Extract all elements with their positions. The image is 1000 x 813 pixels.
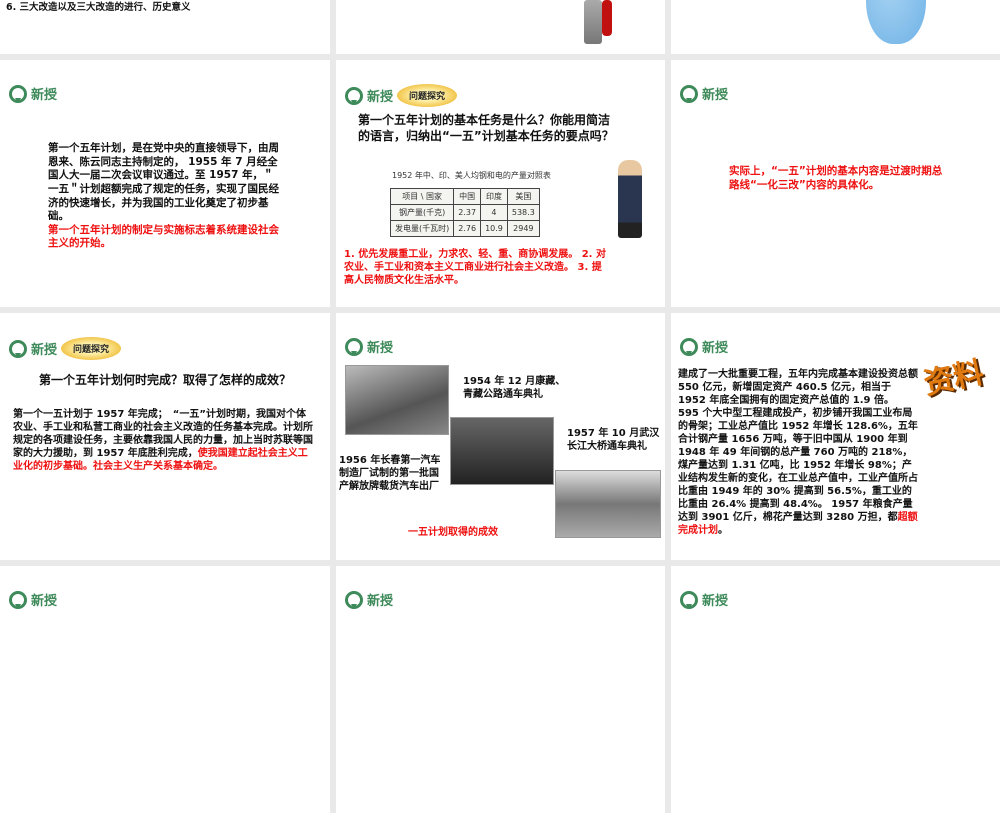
table-cell: 10.9 xyxy=(480,220,508,237)
slide-body: 第一个一五计划于 1957 年完成； “一五”计划时期，我国对个体农业、手工业和… xyxy=(13,408,313,473)
table-cell: 4 xyxy=(480,204,508,221)
table-header: 项目 \ 国家 xyxy=(389,188,455,205)
table-cell: 2.76 xyxy=(453,220,482,237)
slide-text: 6. 三大改造以及三大改造的进行、历史意义 xyxy=(6,2,191,13)
blue-shape-illustration xyxy=(866,0,926,44)
table-header: 美国 xyxy=(506,188,540,205)
table-cell: 2.37 xyxy=(453,204,482,221)
teacher-figure-illustration xyxy=(618,160,642,238)
question-text: 第一个五年计划何时完成？取得了怎样的成效？ xyxy=(38,373,291,387)
material-stamp-logo: 资料 xyxy=(920,355,987,402)
table-title: 1952 年中、印、美人均钢和电的产量对照表 xyxy=(392,171,551,180)
location-pin-icon xyxy=(680,84,698,103)
figure-illustration xyxy=(584,0,602,44)
body-text: 建成了一大批重要工程，五年内完成基本建设投资总额 550 亿元，新增固定资产 4… xyxy=(678,369,918,523)
slide-body: 建成了一大批重要工程，五年内完成基本建设投资总额 550 亿元，新增固定资产 4… xyxy=(678,368,918,537)
bridge-photo xyxy=(555,470,661,538)
location-pin-icon xyxy=(9,339,27,358)
answer-text: 1. 优先发展重工业，力求农、轻、重、商协调发展。 2. 对农业、手工业和资本主… xyxy=(344,249,606,286)
inquiry-badge: 问题探究 xyxy=(397,84,458,107)
slide-thumbnail[interactable]: 新授 xyxy=(671,566,1000,813)
body-text: 第一个五年计划，是在党中央的直接领导下，由周恩来、陈云同志主持制定的， 1955… xyxy=(48,142,279,223)
highway-ceremony-photo xyxy=(345,365,449,435)
slide-thumbnail[interactable]: 新授 xyxy=(336,566,665,813)
photo-caption: 1954 年 12 月康藏、青藏公路通车典礼 xyxy=(463,376,566,400)
slide-thumbnail[interactable]: 新授 实际上，“一五”计划的基本内容是过渡时期总路线“一化三改”内容的具体化。 xyxy=(671,60,1000,307)
inquiry-badge: 问题探究 xyxy=(61,337,122,360)
figure-illustration xyxy=(602,0,612,36)
section-label: 新授 xyxy=(702,88,729,103)
highlight-text: 实际上，“一五”计划的基本内容是过渡时期总路线“一化三改”内容的具体化。 xyxy=(729,165,943,191)
truck-photo xyxy=(450,417,554,485)
section-label: 新授 xyxy=(31,343,58,358)
question-text: 第一个五年计划的基本任务是什么？你能用简洁的语言，归纳出“一五”计划基本任务的要… xyxy=(358,113,614,143)
table-cell: 2949 xyxy=(506,220,540,237)
table-header: 中国 xyxy=(453,188,482,205)
slide-thumbnail[interactable]: 新授 建成了一大批重要工程，五年内完成基本建设投资总额 550 亿元，新增固定资… xyxy=(671,313,1000,560)
highlight-text: 第一个五年计划的制定与实施标志着系统建设社会主义的开始。 xyxy=(48,223,279,250)
slide-footer-caption: 一五计划取得的成效 xyxy=(408,527,498,538)
slide-thumbnail[interactable]: 新授 第一个五年计划，是在党中央的直接领导下，由周恩来、陈云同志主持制定的， 1… xyxy=(0,60,330,307)
section-label: 新授 xyxy=(31,88,58,103)
slide-thumbnail[interactable]: 新授 xyxy=(0,566,330,813)
section-label: 新授 xyxy=(367,341,394,356)
photo-caption: 1956 年长春第一汽车制造厂试制的第一批国产解放牌载货汽车出厂 xyxy=(339,455,441,492)
slide-thumbnail[interactable] xyxy=(336,0,665,54)
table-header: 印度 xyxy=(480,188,508,205)
slide-thumbnail[interactable]: 新授 问题探究 第一个五年计划何时完成？取得了怎样的成效？ 第一个一五计划于 19… xyxy=(0,313,330,560)
photo-caption: 1957 年 10 月武汉长江大桥通车典礼 xyxy=(567,428,660,452)
location-pin-icon xyxy=(9,84,27,103)
table-cell: 钢产量(千克) xyxy=(389,204,455,221)
slide-thumbnail[interactable]: 6. 三大改造以及三大改造的进行、历史意义 xyxy=(0,0,330,54)
data-table: 项目 \ 国家 中国 印度 美国 钢产量(千克) 2.37 4 538.3 发电量(千瓦时)… xyxy=(389,188,540,237)
body-text-end: 。 xyxy=(718,525,728,536)
location-pin-icon xyxy=(345,86,363,105)
slide-thumbnail[interactable] xyxy=(671,0,1000,54)
section-label: 新授 xyxy=(702,341,729,356)
section-label: 新授 xyxy=(367,90,394,105)
location-pin-icon xyxy=(680,337,698,356)
slide-body: 第一个五年计划，是在党中央的直接领导下，由周恩来、陈云同志主持制定的， 1955… xyxy=(48,142,284,251)
table-cell: 538.3 xyxy=(506,204,540,221)
slide-thumbnail[interactable]: 新授 问题探究 第一个五年计划的基本任务是什么？你能用简洁的语言，归纳出“一五”计… xyxy=(336,60,665,307)
location-pin-icon xyxy=(345,337,363,356)
table-cell: 发电量(千瓦时) xyxy=(389,220,455,237)
slide-thumbnail[interactable]: 新授 1954 年 12 月康藏、青藏公路通车典礼 1957 年 10 月武汉长… xyxy=(336,313,665,560)
